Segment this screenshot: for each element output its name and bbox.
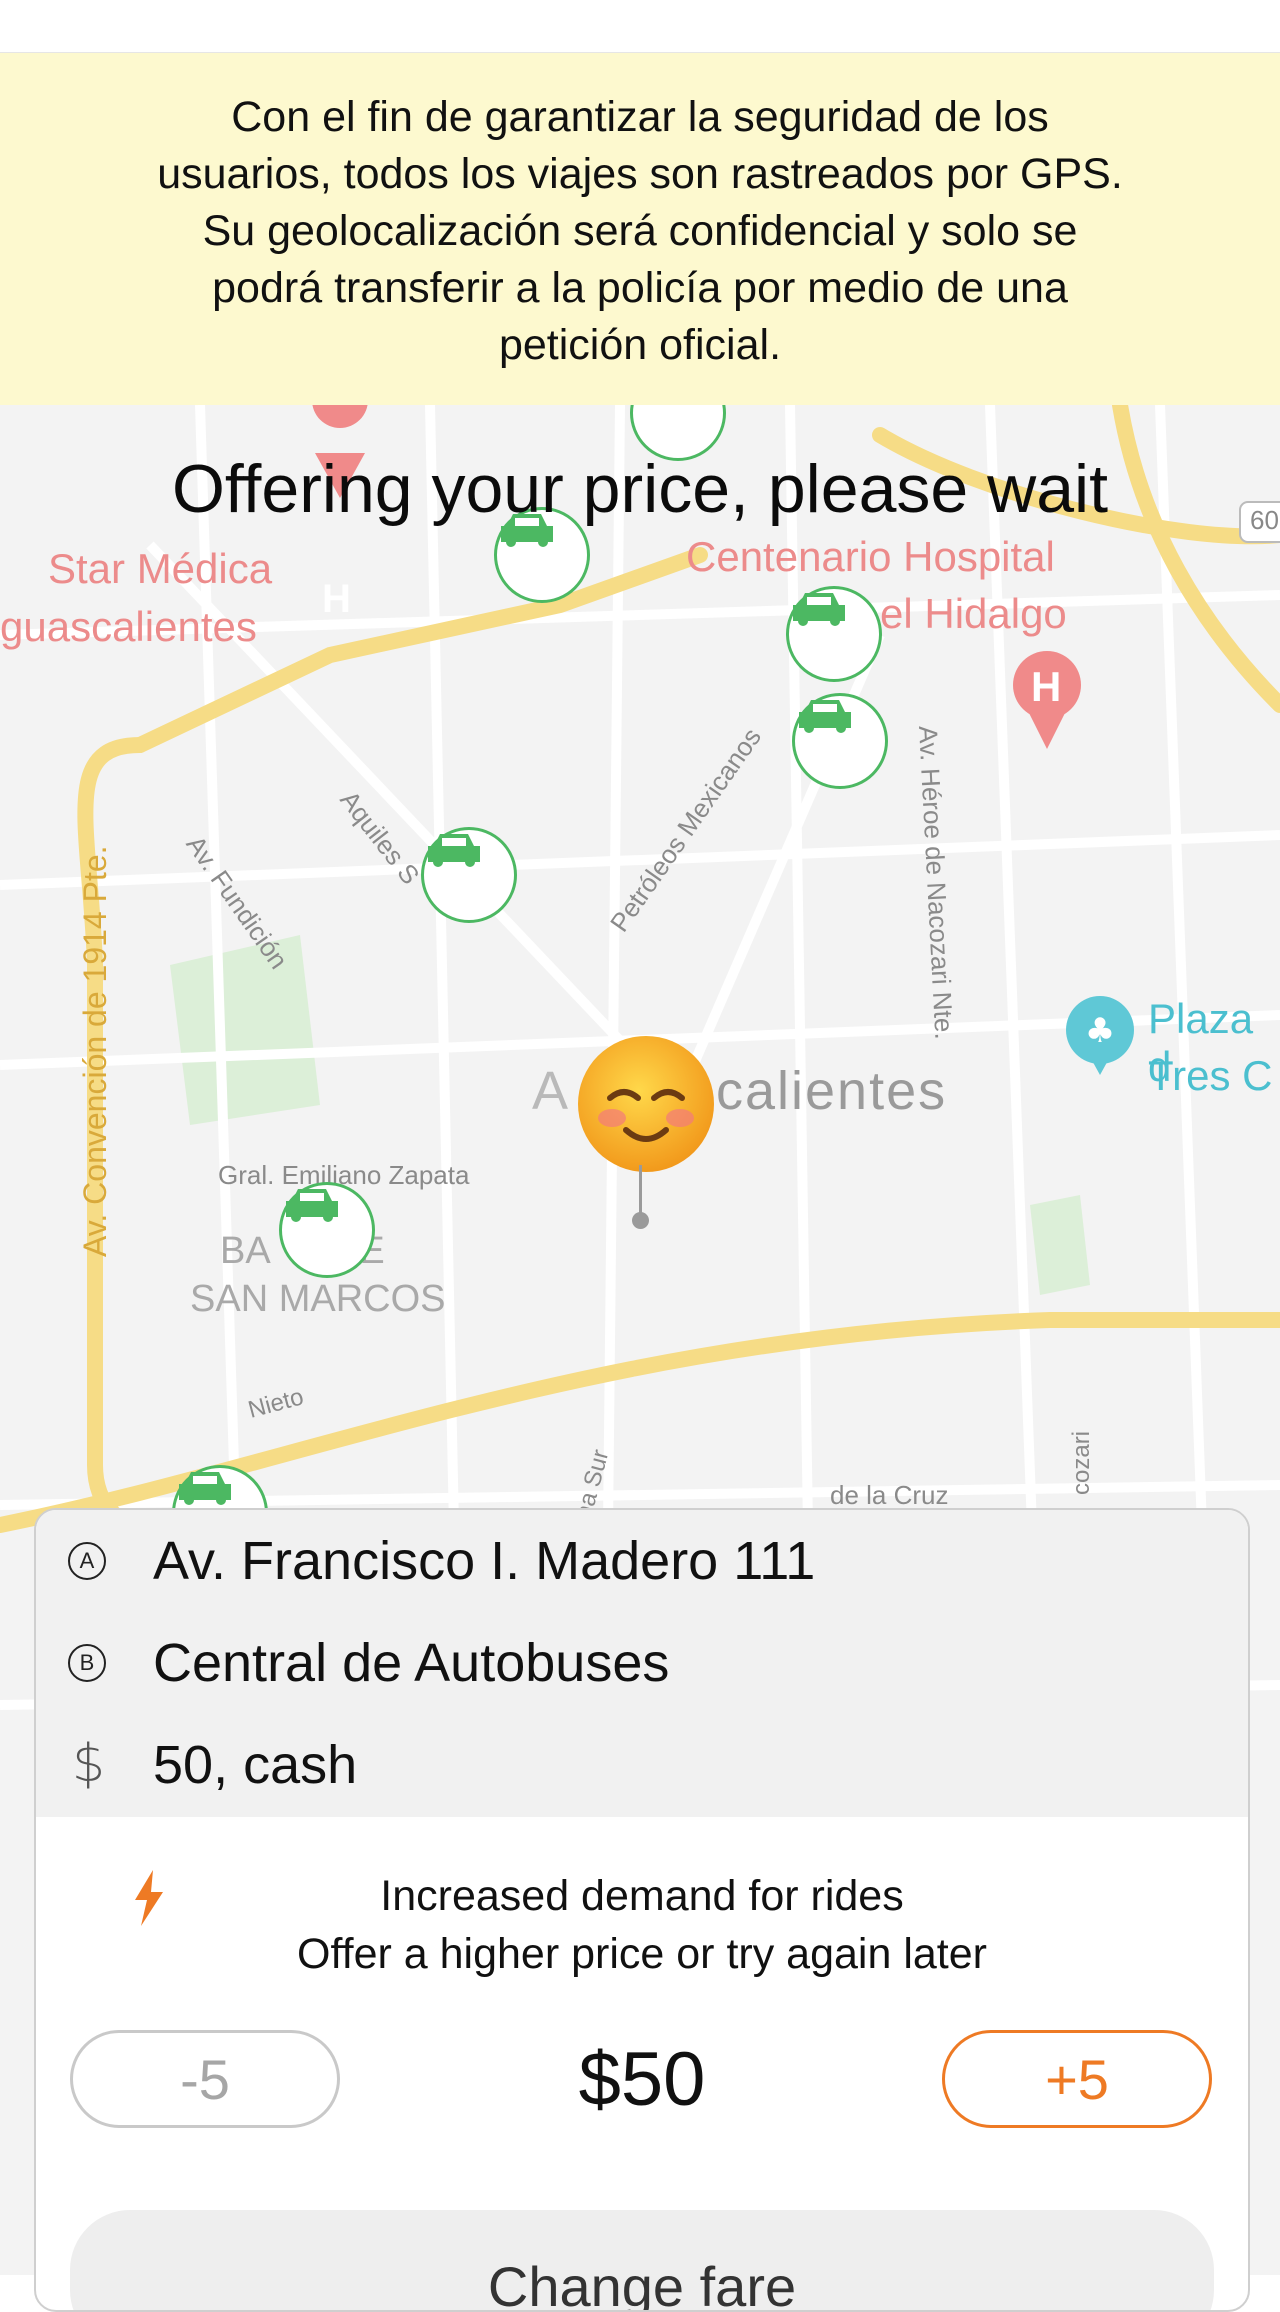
notice-line-2: usuarios, todos los viajes son rastreado… [157, 150, 1123, 198]
change-fare-button[interactable]: Change fare [70, 2210, 1214, 2310]
car-icon [633, 405, 693, 408]
car-icon [799, 700, 851, 733]
increase-price-button[interactable]: +5 [942, 2030, 1212, 2128]
point-a-icon: A [68, 1542, 106, 1580]
label-city-part-a: A [532, 1061, 571, 1121]
label-barrio-2: SAN MARCOS [190, 1278, 446, 1320]
label-star-medica: Star Médica [48, 545, 273, 592]
demand-message: Increased demand for rides Offer a highe… [36, 1867, 1248, 1983]
status-title: Offering your price, please wait [171, 451, 1109, 527]
label-cozari: cozari [1068, 1430, 1095, 1495]
ride-offer-card: A Av. Francisco I. Madero 111 B Central … [34, 1508, 1250, 2312]
route-summary: A Av. Francisco I. Madero 111 B Central … [36, 1510, 1248, 1817]
car-icon [428, 834, 480, 867]
location-pin-dot [632, 1212, 649, 1229]
dollar-icon: $ [72, 1734, 106, 1794]
hospital-glyph-star: H [322, 577, 351, 621]
point-b-icon: B [68, 1644, 106, 1682]
hospital-glyph-centenario: H [1031, 663, 1062, 710]
label-cruz: de la Cruz [830, 1480, 949, 1510]
car-icon [179, 1472, 231, 1505]
notice-line-5: petición oficial. [498, 321, 782, 369]
pickup-address: Av. Francisco I. Madero 111 [153, 1531, 816, 1591]
payment-text: 50, cash [153, 1735, 358, 1795]
pickup-row[interactable]: A Av. Francisco I. Madero 111 [36, 1510, 1248, 1610]
notice-line-3: Su geolocalización será confidencial y s… [202, 207, 1078, 255]
decrease-price-button[interactable]: -5 [70, 2030, 340, 2128]
label-convencion: Av. Convención de 1914 Pte. [77, 845, 113, 1257]
car-marker[interactable] [786, 586, 882, 682]
label-city-part-b: calientes [716, 1061, 948, 1121]
notice-line-4: podrá transferir a la policía por medio … [212, 264, 1068, 312]
label-aguascalientes-left: guascalientes [0, 603, 257, 650]
label-plaza-2: Tres C [1148, 1052, 1273, 1099]
destination-address: Central de Autobuses [153, 1633, 670, 1693]
gps-notice-banner: Con el fin de garantizar la seguridad de… [0, 53, 1280, 405]
car-icon [286, 1189, 338, 1222]
svg-text:♣: ♣ [1085, 1011, 1115, 1051]
destination-row[interactable]: B Central de Autobuses [36, 1612, 1248, 1712]
plaza-pin: ♣ [1066, 996, 1134, 1075]
car-marker[interactable] [421, 827, 517, 923]
car-icon [793, 593, 845, 626]
park-area [170, 935, 320, 1125]
demand-line-2: Offer a higher price or try again later [297, 1930, 987, 1978]
demand-line-1: Increased demand for rides [380, 1872, 904, 1920]
top-bar [0, 0, 1280, 53]
park-area [1030, 1195, 1090, 1295]
car-marker[interactable] [279, 1182, 375, 1278]
car-marker[interactable] [792, 693, 888, 789]
smiling-face-icon [578, 1036, 714, 1172]
label-hidalgo: el Hidalgo [880, 590, 1067, 637]
label-centenario: Centenario Hospital [686, 533, 1055, 580]
notice-line-1: Con el fin de garantizar la seguridad de… [231, 93, 1049, 141]
payment-row[interactable]: $ 50, cash [36, 1714, 1248, 1814]
